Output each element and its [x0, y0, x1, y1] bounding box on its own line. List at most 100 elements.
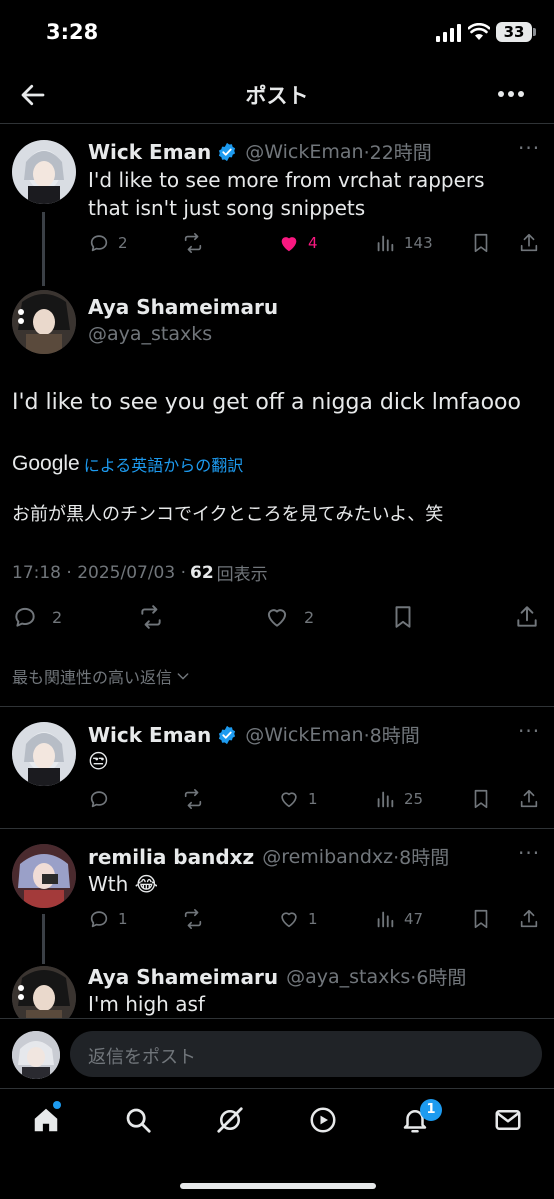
- tab-home[interactable]: [31, 1101, 61, 1139]
- reply-icon: [90, 235, 108, 252]
- signal-icon: [436, 24, 462, 46]
- author-handle[interactable]: @remibandxz: [262, 846, 393, 868]
- repost-button[interactable]: [182, 232, 204, 254]
- views-icon: [377, 235, 394, 252]
- reply-button[interactable]: [88, 788, 110, 810]
- bookmark-icon: [474, 789, 488, 809]
- post-time: ·8時間: [363, 725, 420, 747]
- tab-video[interactable]: [308, 1105, 338, 1139]
- battery-level: 33: [503, 23, 525, 41]
- verified-badge-icon: [219, 142, 236, 161]
- tweet-text: I'm high asf: [88, 992, 205, 1016]
- repost-button[interactable]: [182, 788, 204, 810]
- heart-icon: [281, 912, 297, 928]
- home-icon: [34, 1108, 58, 1132]
- tweet-more-button[interactable]: ···: [518, 841, 540, 865]
- author-name[interactable]: remilia bandxz: [88, 845, 254, 869]
- translation-attribution[interactable]: Google による英語からの翻訳: [12, 452, 243, 476]
- mail-icon: [495, 1110, 521, 1130]
- like-count: 1: [308, 790, 318, 808]
- tweet-header: remilia bandxz @remibandxz ·8時間: [88, 843, 449, 870]
- avatar[interactable]: [12, 290, 76, 354]
- author-name[interactable]: Wick Eman: [88, 140, 211, 164]
- post-time: ·22時間: [363, 142, 432, 164]
- share-button[interactable]: [518, 908, 540, 930]
- avatar[interactable]: [12, 844, 76, 908]
- repost-button[interactable]: [182, 908, 204, 930]
- tweet-header: Wick Eman @WickEman ·8時間: [88, 721, 420, 748]
- thread-line: [42, 212, 45, 286]
- bookmark-button[interactable]: [470, 232, 492, 254]
- views-count: 143: [404, 234, 433, 252]
- author-handle[interactable]: @WickEman: [245, 724, 363, 746]
- repost-icon: [184, 789, 202, 809]
- reply-count: 1: [118, 910, 128, 928]
- grok-icon: [217, 1107, 243, 1133]
- like-count: 1: [308, 910, 318, 928]
- status-bar: 3:28 33: [0, 0, 554, 64]
- more-options-button[interactable]: [496, 86, 526, 106]
- thread-line: [42, 914, 45, 964]
- chevron-down-icon: [177, 673, 189, 680]
- repost-icon: [184, 233, 202, 253]
- post-timestamp: 17:18 · 2025/07/03 ·: [12, 562, 186, 583]
- tweet-text: I'd like to see more from vrchat rappers…: [88, 168, 485, 220]
- my-avatar[interactable]: [12, 1031, 60, 1079]
- views-label: 回表示: [216, 565, 268, 585]
- tweet-more-button[interactable]: ···: [518, 136, 540, 160]
- reply-count: 2: [118, 234, 128, 252]
- bookmark-button[interactable]: [470, 908, 492, 930]
- share-button[interactable]: [518, 232, 540, 254]
- repost-icon: [141, 605, 161, 629]
- reply-icon: [15, 607, 35, 627]
- share-button[interactable]: [518, 788, 540, 810]
- search-icon: [126, 1108, 151, 1133]
- like-button[interactable]: 2: [264, 604, 314, 630]
- author-name[interactable]: Aya Shameimaru: [88, 295, 278, 319]
- reply-count: 2: [52, 607, 63, 627]
- google-logo: Google: [12, 452, 80, 475]
- repost-icon: [184, 909, 202, 929]
- tab-notifications[interactable]: 1: [400, 1099, 442, 1139]
- tab-search[interactable]: [123, 1105, 153, 1139]
- like-count: 4: [308, 234, 318, 252]
- reply-button[interactable]: 2: [12, 604, 62, 630]
- views-button[interactable]: 143: [374, 232, 433, 254]
- reply-input-placeholder: 返信をポスト: [88, 1047, 196, 1068]
- bookmark-button[interactable]: [470, 788, 492, 810]
- views-button[interactable]: 25: [374, 788, 423, 810]
- tweet-more-button[interactable]: ···: [518, 719, 540, 743]
- home-indicator: [180, 1183, 376, 1189]
- reply-button[interactable]: 2: [88, 232, 128, 254]
- tweet-header: Aya Shameimaru @aya_staxks ·6時間: [88, 963, 466, 990]
- views-count: 25: [404, 790, 424, 808]
- avatar[interactable]: [12, 722, 76, 786]
- translation-label[interactable]: による英語からの翻訳: [84, 452, 244, 476]
- share-button[interactable]: [514, 604, 540, 630]
- page-title: ポスト: [245, 84, 309, 108]
- reply-divider: [0, 828, 554, 829]
- repost-button[interactable]: [138, 604, 164, 630]
- reply-sort-dropdown[interactable]: 最も関連性の高い返信: [12, 664, 191, 688]
- share-icon: [517, 606, 537, 627]
- battery-cap: [533, 28, 536, 36]
- bookmark-button[interactable]: [390, 604, 416, 630]
- like-count: 2: [304, 607, 315, 627]
- author-handle[interactable]: @WickEman: [245, 141, 363, 163]
- reply-button[interactable]: 1: [88, 908, 128, 930]
- author-name[interactable]: Aya Shameimaru: [88, 965, 278, 989]
- views-button[interactable]: 47: [374, 908, 423, 930]
- like-button[interactable]: 1: [278, 908, 318, 930]
- author-handle[interactable]: @aya_staxks: [88, 323, 212, 345]
- author-name[interactable]: Wick Eman: [88, 723, 211, 747]
- avatar[interactable]: [12, 140, 76, 204]
- like-button[interactable]: 4: [278, 232, 318, 254]
- tab-messages[interactable]: [493, 1105, 523, 1139]
- tab-grok[interactable]: [215, 1105, 245, 1139]
- heart-filled-icon: [281, 237, 297, 252]
- heart-icon: [267, 609, 287, 627]
- like-button[interactable]: 1: [278, 788, 318, 810]
- reply-input[interactable]: 返信をポスト: [70, 1031, 542, 1077]
- author-handle[interactable]: @aya_staxks: [286, 966, 410, 988]
- share-icon: [520, 233, 538, 252]
